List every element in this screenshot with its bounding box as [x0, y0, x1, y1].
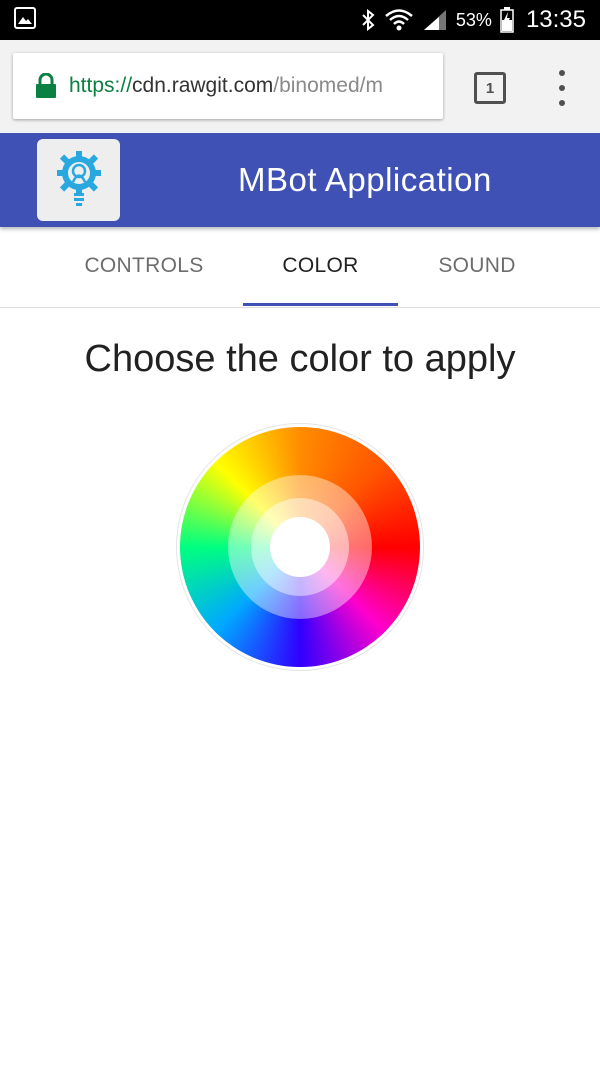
tab-color[interactable]: COLOR	[243, 228, 398, 304]
tab-controls[interactable]: CONTROLS	[66, 228, 222, 304]
page-heading: Choose the color to apply	[84, 338, 516, 380]
url-scheme: https://	[69, 74, 133, 97]
active-tab-indicator	[243, 303, 398, 306]
url-bar[interactable]: https://cdn.rawgit.com/binomed/m	[13, 53, 443, 119]
app-bar: MBot Application	[0, 133, 600, 227]
status-time: 13:35	[525, 6, 586, 33]
url-text[interactable]: https://cdn.rawgit.com/binomed/m	[69, 74, 421, 98]
tab-sound[interactable]: SOUND	[400, 228, 554, 304]
url-path: /binomed/m	[273, 74, 383, 97]
lightbulb-gear-icon	[56, 151, 101, 206]
color-wheel[interactable]	[177, 424, 423, 670]
signal-icon	[423, 10, 446, 30]
tab-count: 1	[485, 79, 495, 97]
color-wheel-hues[interactable]	[180, 427, 420, 667]
tab-switcher-button[interactable]: 1	[474, 72, 506, 104]
status-bar: 53% 13:35	[0, 0, 600, 40]
browser-toolbar: https://cdn.rawgit.com/binomed/m 1	[0, 40, 600, 132]
app-title: MBot Application	[238, 161, 492, 198]
gallery-icon	[14, 7, 36, 29]
app-logo	[37, 139, 120, 221]
wifi-icon	[385, 9, 413, 31]
url-host: cdn.rawgit.com	[132, 74, 274, 97]
lock-icon	[36, 73, 56, 98]
battery-percent: 53%	[455, 9, 492, 30]
tab-bar: CONTROLS COLOR SOUND	[0, 228, 600, 308]
color-wheel-center[interactable]	[270, 517, 330, 577]
more-vert-icon[interactable]	[552, 70, 572, 106]
status-icons: 53% 13:35	[360, 0, 586, 40]
bluetooth-icon	[362, 8, 375, 32]
battery-icon	[500, 7, 514, 33]
